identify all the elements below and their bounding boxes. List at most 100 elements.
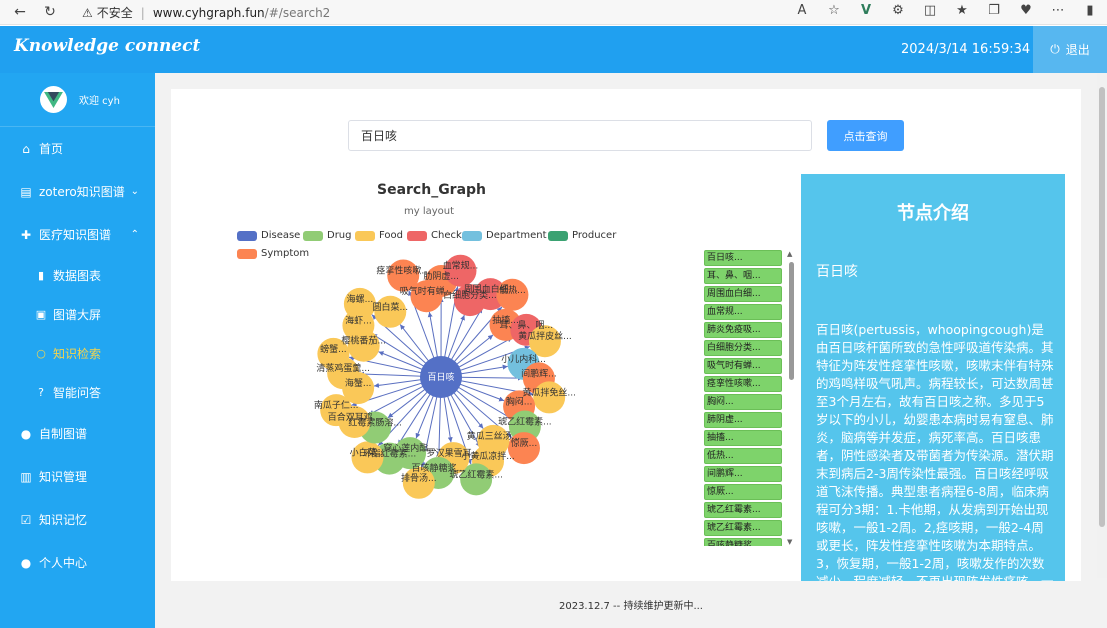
sidebar-item-label: 医疗知识图谱: [39, 228, 112, 242]
node-list-item[interactable]: 琥乙红霉素...: [704, 502, 782, 518]
sidebar-item-label: 知识记忆: [39, 513, 88, 527]
graph-node-label: 海虾...: [345, 314, 372, 326]
graph-node-label: 黄瓜三丝汤...: [467, 430, 521, 442]
node-list-item[interactable]: 百咳静糖浆...: [704, 538, 782, 546]
question-icon: ?: [38, 386, 44, 399]
vue-extension-icon[interactable]: V: [857, 3, 875, 18]
node-list-item[interactable]: 低热...: [704, 448, 782, 464]
reload-icon[interactable]: ↻: [40, 2, 60, 22]
graph-node-label: 琥乙红霉素...: [498, 416, 552, 428]
scroll-up-icon[interactable]: ▲: [787, 250, 792, 258]
node-list-item[interactable]: 肺炎免疫吸...: [704, 322, 782, 338]
sidebar-item-profile[interactable]: ● 个人中心: [0, 541, 155, 584]
favorites-icon[interactable]: ★: [953, 3, 971, 18]
sidebar-item-medical[interactable]: ✚ 医疗知识图谱 ⌃: [0, 213, 155, 256]
search-button[interactable]: 点击查询: [827, 120, 904, 151]
search-icon: ○: [36, 347, 46, 360]
node-list-item[interactable]: 惊厥...: [704, 484, 782, 500]
node-list-item[interactable]: 耳、鼻、咽...: [704, 268, 782, 284]
sidebar-item-label: 图谱大屏: [53, 308, 102, 322]
read-aloud-icon[interactable]: A: [793, 3, 811, 18]
intro-title: 节点介绍: [897, 203, 969, 224]
graph-node-label: 小儿内科...: [501, 353, 546, 365]
avatar: [40, 86, 67, 113]
more-icon[interactable]: ⋯: [1049, 3, 1067, 18]
sidebar-item-label: 知识检索: [53, 347, 102, 361]
insecure-label: 不安全: [96, 6, 133, 20]
image-icon: ▣: [35, 308, 47, 321]
collections-icon[interactable]: ❐: [985, 3, 1003, 18]
sidebar-item-home[interactable]: ⌂ 首页: [0, 127, 155, 170]
graph-node-label: 黄瓜拌皮丝...: [518, 330, 572, 342]
page-scrollbar[interactable]: [1097, 73, 1107, 578]
graph-node-label: 小白菜...: [350, 446, 386, 458]
graph-node-label: 海螺...: [347, 293, 374, 305]
node-list-panel: 百日咳... 耳、鼻、咽... 周围血白细... 血常规... 肺炎免疫吸... 白细胞分…: [704, 250, 798, 546]
sidebar-item-big-screen[interactable]: ▣ 图谱大屏: [0, 295, 155, 334]
node-list-scrollbar[interactable]: ▲ ▼: [787, 250, 795, 546]
legend-swatch: [237, 230, 257, 241]
intro-description: 百日咳(pertussis，whoopingcough)是由百日咳杆菌所致的急性…: [816, 322, 1054, 581]
node-list-item[interactable]: 吸气时有蝉...: [704, 358, 782, 374]
app-header: Knowledge connect 2024/3/14 16:59:34 ⏻ 退…: [0, 26, 1107, 73]
node-list-item[interactable]: 痉挛性咳嗽...: [704, 376, 782, 392]
checklist-icon: ☑: [20, 512, 32, 527]
sidebar-item-label: 个人中心: [39, 556, 88, 570]
address-bar[interactable]: ⚠ 不安全 | www.cyhgraph.fun/#/search2: [82, 2, 330, 23]
node-list-item[interactable]: 琥乙红霉素...: [704, 520, 782, 536]
datetime: 2024/3/14 16:59:34: [901, 42, 1031, 57]
graph-node-label: 胸闷...: [506, 395, 533, 407]
sidebar-item-zotero[interactable]: ▤ zotero知识图谱 ⌄: [0, 170, 155, 213]
node-list-item[interactable]: 周围血白细...: [704, 286, 782, 302]
sidebar-item-memory[interactable]: ☑ 知识记忆: [0, 498, 155, 541]
sidebar-item-search[interactable]: ○ 知识检索: [0, 334, 155, 373]
sidebar-item-label: 自制图谱: [39, 427, 88, 441]
scroll-thumb[interactable]: [789, 262, 794, 380]
node-list-item[interactable]: 间鹏辉...: [704, 466, 782, 482]
logout-label: 退出: [1065, 43, 1090, 57]
chevron-up-icon: ⌃: [130, 229, 139, 240]
favorite-star-icon[interactable]: ☆: [825, 3, 843, 18]
node-list-item[interactable]: 血常规...: [704, 304, 782, 320]
graph-title: Search_Graph: [377, 182, 487, 198]
graph-node-label: 血常规...: [443, 260, 479, 272]
sidebar-item-label: zotero知识图谱: [39, 185, 125, 199]
graph-node-label: 圆白菜...: [372, 301, 408, 313]
search-input[interactable]: [348, 120, 812, 151]
bar-chart-icon: ▮: [37, 269, 45, 282]
logout-button[interactable]: ⏻ 退出: [1033, 26, 1107, 73]
graph-node-label: 耳、鼻、咽...: [500, 319, 554, 331]
knowledge-graph[interactable]: 痉挛性咳嗽...吸气时有蝉...肋阴虚...血常规...白细胞分类...周围血白…: [291, 239, 691, 559]
node-list-item[interactable]: 肺阴虚...: [704, 412, 782, 428]
node-list-item[interactable]: 胸闷...: [704, 394, 782, 410]
scroll-down-icon[interactable]: ▼: [787, 538, 792, 546]
sidebar-item-qa[interactable]: ? 智能问答: [0, 373, 155, 412]
extensions-icon[interactable]: ⚙: [889, 3, 907, 18]
sidebar-toggle-icon[interactable]: ▮: [1081, 3, 1099, 18]
performance-icon[interactable]: ♥: [1017, 3, 1035, 18]
graph-node-label: 间鹏辉...: [521, 367, 557, 379]
node-list-item[interactable]: 白细胞分类...: [704, 340, 782, 356]
intro-node-name: 百日咳: [816, 264, 858, 280]
search-card: 点击查询 Search_Graph my layout DiseaseDrugF…: [171, 89, 1081, 581]
clipboard-icon: ▤: [20, 184, 32, 199]
graph-node-label: 樱桃番茄...: [341, 335, 386, 347]
brand-logo: Knowledge connect: [14, 36, 201, 56]
legend-swatch: [237, 248, 257, 259]
sidebar-item-knowledge-mgmt[interactable]: ▥ 知识管理: [0, 455, 155, 498]
graph-node-label: 清蒸鸡蛋羹...: [316, 362, 370, 374]
home-icon: ⌂: [22, 141, 30, 156]
sidebar-item-label: 首页: [39, 142, 64, 156]
page-scroll-thumb[interactable]: [1099, 87, 1105, 527]
sidebar-item-custom-graph[interactable]: ● 自制图谱: [0, 412, 155, 455]
medical-kit-icon: ✚: [20, 227, 32, 242]
url-text: www.cyhgraph.fun/#/search2: [152, 5, 331, 20]
node-list-item[interactable]: 抽搐...: [704, 430, 782, 446]
node-list-item[interactable]: 百日咳...: [704, 250, 782, 266]
browser-toolbar: ← ↻ ⚠ 不安全 | www.cyhgraph.fun/#/search2 A…: [0, 0, 1107, 25]
graph-node-label: 海蟹...: [345, 377, 372, 389]
split-screen-icon[interactable]: ◫: [921, 3, 939, 18]
sidebar-item-data-charts[interactable]: ▮ 数据图表: [0, 256, 155, 295]
node-list: 百日咳... 耳、鼻、咽... 周围血白细... 血常规... 肺炎免疫吸... 白细胞分…: [704, 250, 782, 546]
back-icon[interactable]: ←: [10, 2, 30, 22]
